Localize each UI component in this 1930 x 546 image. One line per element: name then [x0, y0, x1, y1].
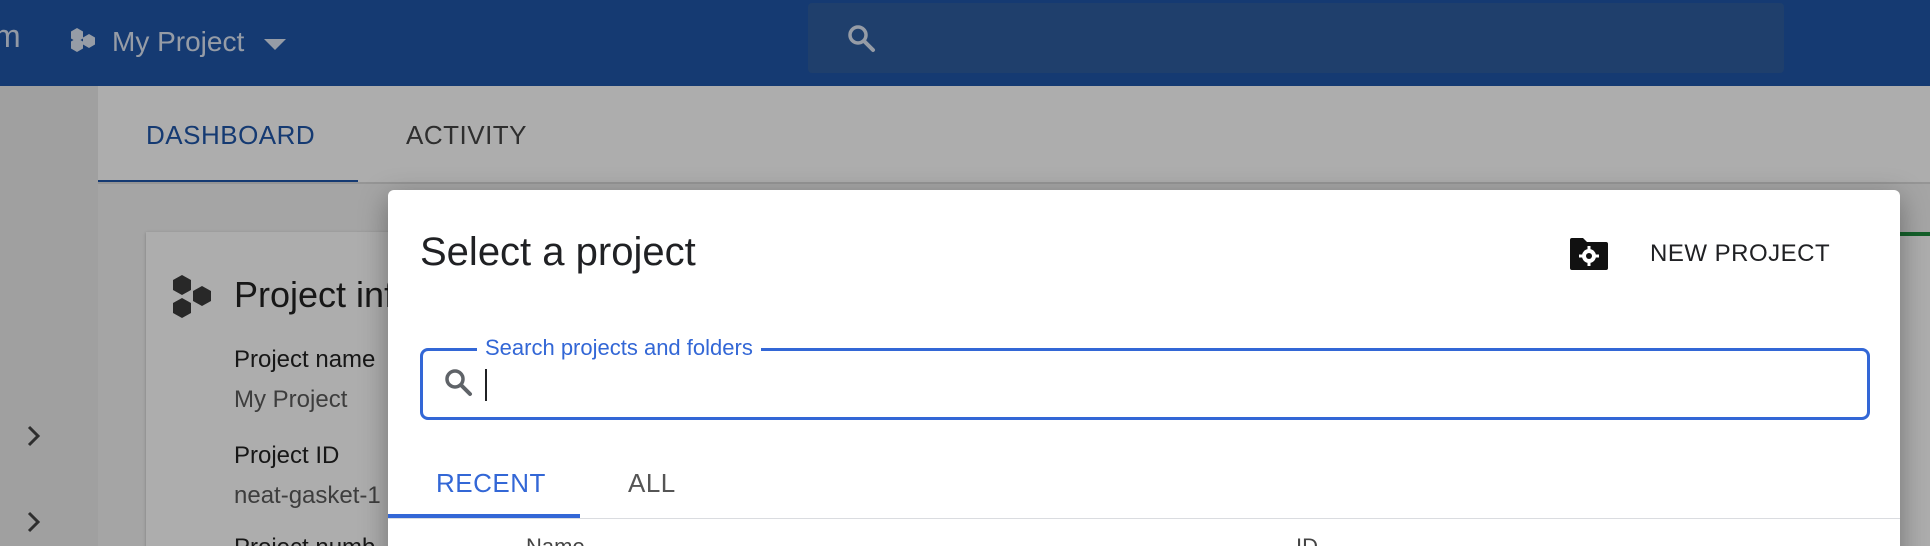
divider	[388, 518, 1900, 519]
dialog-title: Select a project	[420, 230, 696, 274]
text-cursor	[485, 369, 487, 401]
new-project-button[interactable]: NEW PROJECT	[1568, 226, 1830, 282]
folder-settings-icon	[1568, 236, 1610, 272]
column-header-name[interactable]: Name	[526, 534, 585, 546]
tab-all[interactable]: ALL	[628, 468, 676, 499]
page: m My Project DASHBOARD ACTIVITY Project …	[0, 0, 1930, 546]
search-icon	[443, 367, 473, 402]
search-field-label: Search projects and folders	[477, 335, 761, 361]
column-header-id[interactable]: ID	[1296, 534, 1318, 546]
project-search-input[interactable]	[489, 361, 1853, 407]
new-project-label: NEW PROJECT	[1650, 240, 1831, 267]
project-search-field[interactable]: Search projects and folders	[420, 335, 1870, 420]
select-project-dialog: Select a project NEW PROJECT Search proj…	[388, 190, 1900, 546]
tab-recent[interactable]: RECENT	[436, 468, 546, 499]
